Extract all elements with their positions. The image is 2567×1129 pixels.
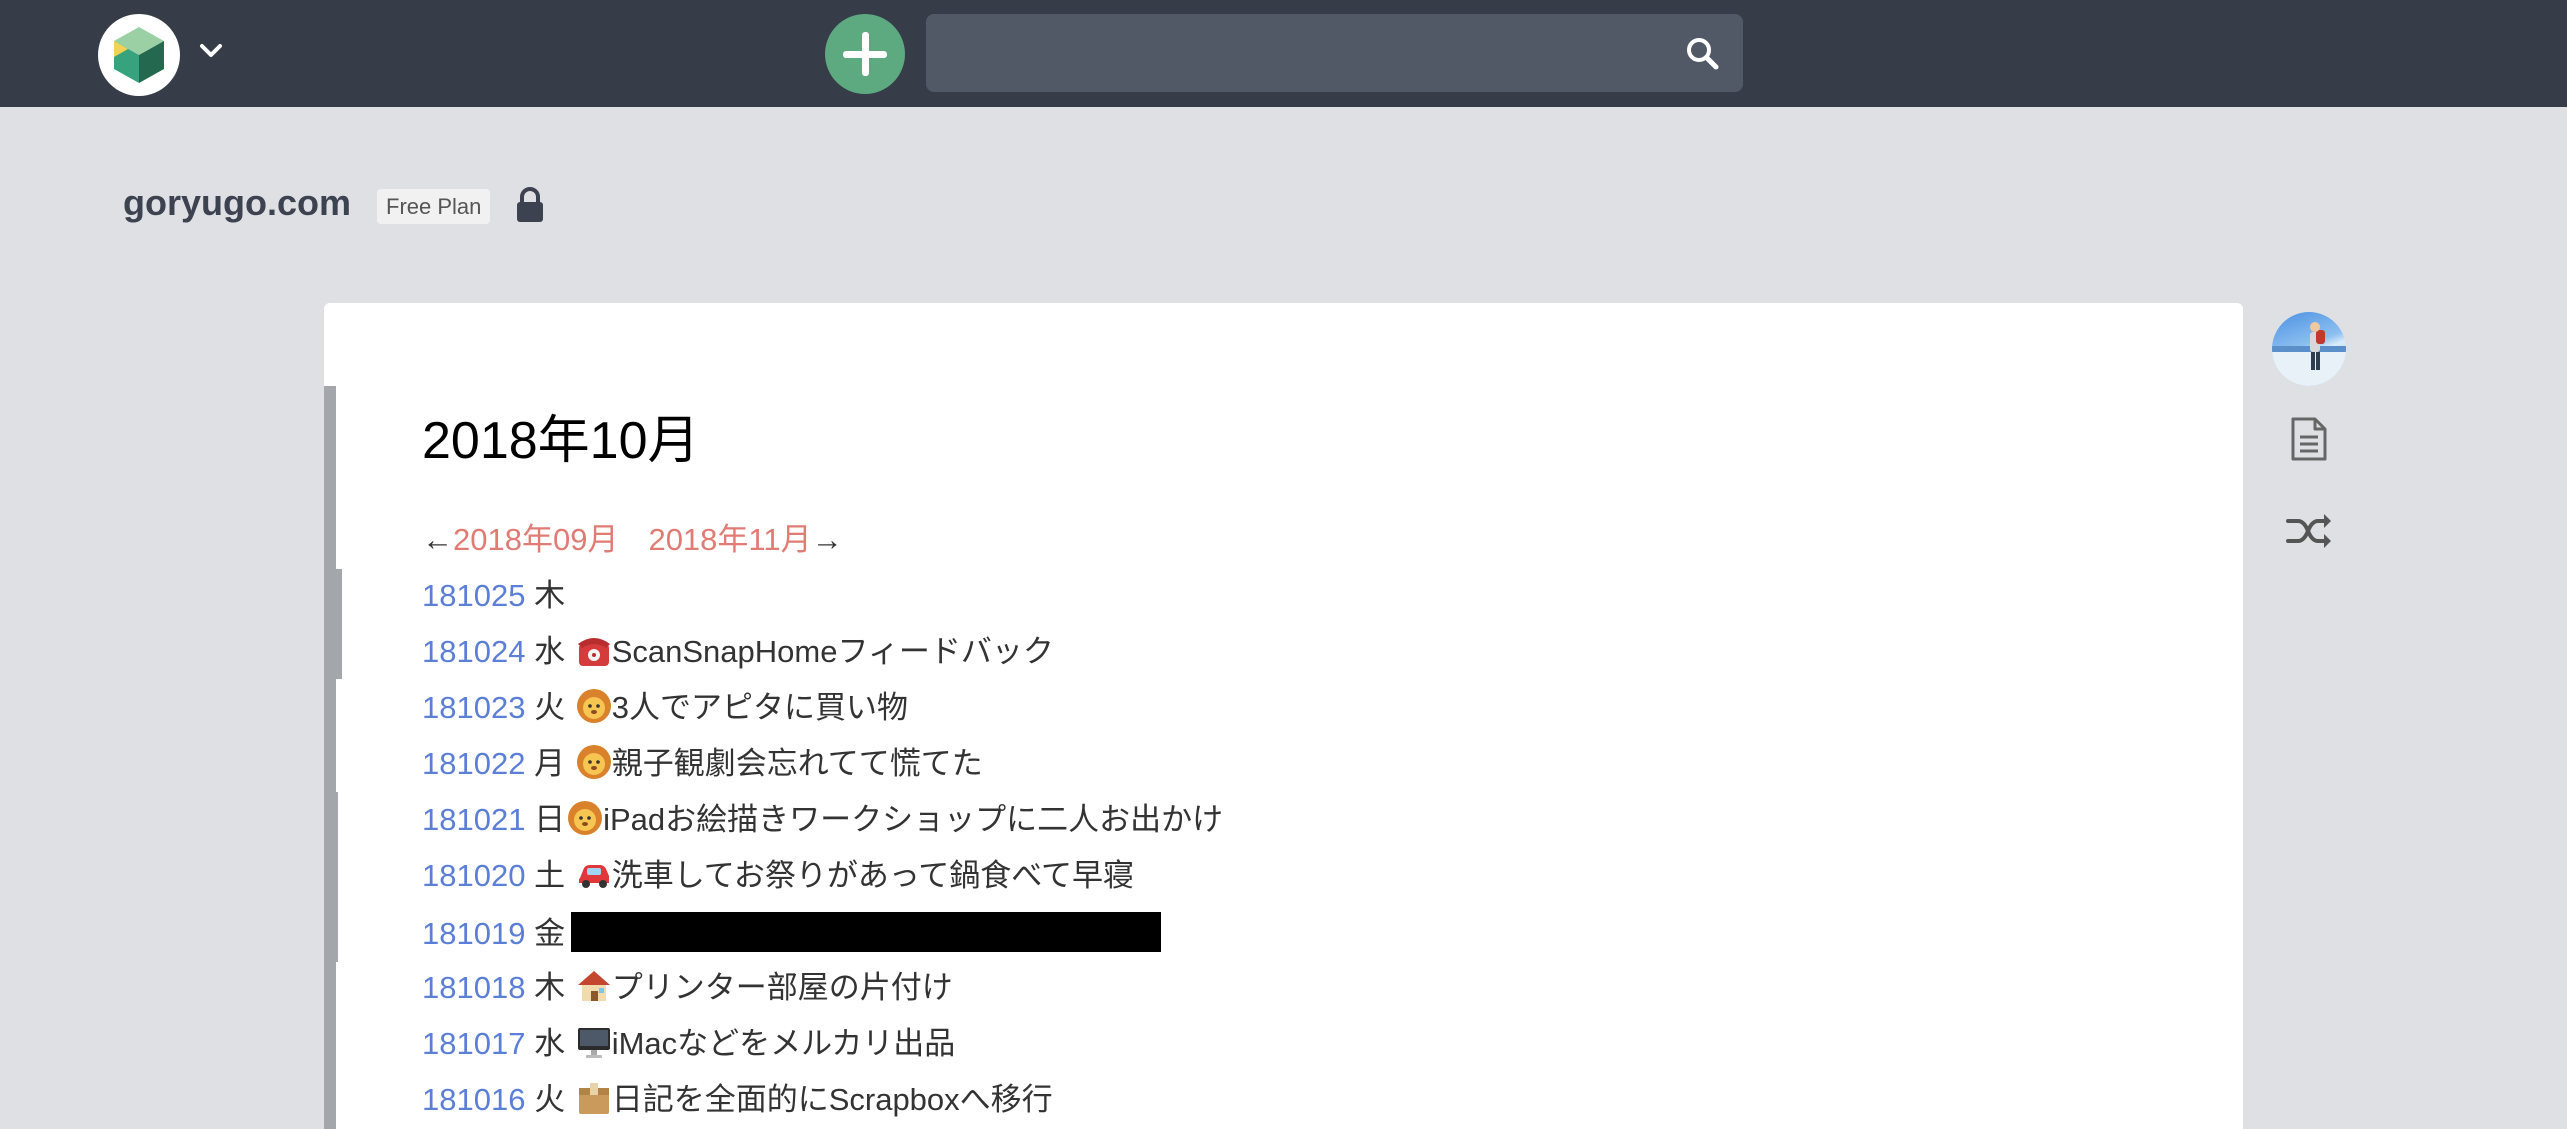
list-item[interactable]: 181018 木 プリンター部屋の片付け xyxy=(422,968,953,1008)
day-of-week: 木 xyxy=(534,578,566,613)
desktop-computer-icon xyxy=(577,1028,610,1058)
search-input[interactable] xyxy=(946,14,1686,92)
day-of-week: 水 xyxy=(534,1026,566,1061)
lion-icon xyxy=(576,689,611,723)
day-of-week: 火 xyxy=(534,1082,566,1117)
list-item[interactable]: 181024 水 ScanSnapHomeフィードバック xyxy=(422,632,1054,672)
entry-text: 3人でアピタに買い物 xyxy=(611,690,908,725)
entry-text: ScanSnapHomeフィードバック xyxy=(611,634,1054,669)
redacted-text xyxy=(571,912,1162,952)
date-link[interactable]: 181020 xyxy=(422,858,525,893)
date-link[interactable]: 181024 xyxy=(422,634,525,669)
day-of-week: 木 xyxy=(534,970,566,1005)
date-link[interactable]: 181018 xyxy=(422,970,525,1005)
next-month-link[interactable]: 2018年11月 xyxy=(648,522,811,557)
date-link[interactable]: 181023 xyxy=(422,690,525,725)
avatar-image xyxy=(2272,322,2346,386)
date-link[interactable]: 181022 xyxy=(422,746,525,781)
plus-icon xyxy=(843,32,887,76)
next-arrow: → xyxy=(811,522,843,557)
list-item[interactable]: 181022 月 親子観劇会忘れてて慌てた xyxy=(422,744,983,784)
lock-icon xyxy=(517,187,543,222)
day-of-week: 金 xyxy=(534,916,566,951)
list-item[interactable]: 181016 火 日記を全面的にScrapboxへ移行 xyxy=(422,1080,1053,1120)
entry-text: iPadお絵描きワークショップに二人お出かけ xyxy=(603,802,1224,837)
line-telomere xyxy=(324,386,336,1129)
date-link[interactable]: 181019 xyxy=(422,916,525,951)
line-telomere-mark xyxy=(336,569,342,679)
lion-icon xyxy=(576,745,611,779)
document-icon[interactable] xyxy=(2290,416,2328,462)
date-link[interactable]: 181021 xyxy=(422,802,525,837)
day-of-week: 日 xyxy=(534,802,566,837)
list-item[interactable]: 181025 木 xyxy=(422,576,565,616)
top-navbar xyxy=(0,0,2567,107)
search-icon[interactable] xyxy=(1685,36,1719,70)
line-telomere-mark xyxy=(336,792,338,962)
lion-icon xyxy=(568,801,603,835)
prev-arrow: ← xyxy=(422,522,453,557)
box-icon xyxy=(578,1083,609,1114)
date-link[interactable]: 181025 xyxy=(422,578,525,613)
entry-text: 日記を全面的にScrapboxへ移行 xyxy=(611,1082,1053,1117)
search-box[interactable] xyxy=(926,14,1743,92)
day-of-week: 火 xyxy=(534,690,566,725)
user-avatar[interactable] xyxy=(2272,312,2346,386)
list-item[interactable]: 181020 土 洗車してお祭りがあって鍋食べて早寝 xyxy=(422,856,1134,896)
date-link[interactable]: 181016 xyxy=(422,1082,525,1117)
list-item[interactable]: 181021 日 iPadお絵描きワークショップに二人お出かけ xyxy=(422,800,1223,840)
prev-month-link[interactable]: 2018年09月 xyxy=(453,522,618,557)
car-icon xyxy=(578,865,609,888)
day-of-week: 月 xyxy=(534,746,566,781)
shuffle-icon[interactable] xyxy=(2286,511,2332,551)
day-of-week: 水 xyxy=(534,634,566,669)
new-page-button[interactable] xyxy=(825,14,905,94)
date-link[interactable]: 181017 xyxy=(422,1026,525,1061)
entry-text: 洗車してお祭りがあって鍋食べて早寝 xyxy=(611,858,1135,893)
entry-text: 親子観劇会忘れてて慌てた xyxy=(611,746,983,781)
day-of-week: 土 xyxy=(534,858,566,893)
house-icon xyxy=(577,971,610,1001)
month-navigation: ←2018年09月 2018年11月→ xyxy=(422,520,843,560)
chevron-down-icon[interactable] xyxy=(196,36,226,66)
project-title[interactable]: goryugo.com xyxy=(123,182,351,224)
page-title[interactable]: 2018年10月 xyxy=(422,398,700,473)
entry-text: プリンター部屋の片付け xyxy=(611,970,953,1005)
list-item[interactable]: 181019 金 xyxy=(422,912,1162,954)
entry-text: iMacなどをメルカリ出品 xyxy=(611,1026,956,1061)
list-item[interactable]: 181017 水 iMacなどをメルカリ出品 xyxy=(422,1024,955,1064)
telephone-icon xyxy=(577,638,610,666)
list-item[interactable]: 181023 火 3人でアピタに買い物 xyxy=(422,688,908,728)
plan-badge: Free Plan xyxy=(377,189,491,224)
scrapbox-logo-icon[interactable] xyxy=(98,14,180,96)
